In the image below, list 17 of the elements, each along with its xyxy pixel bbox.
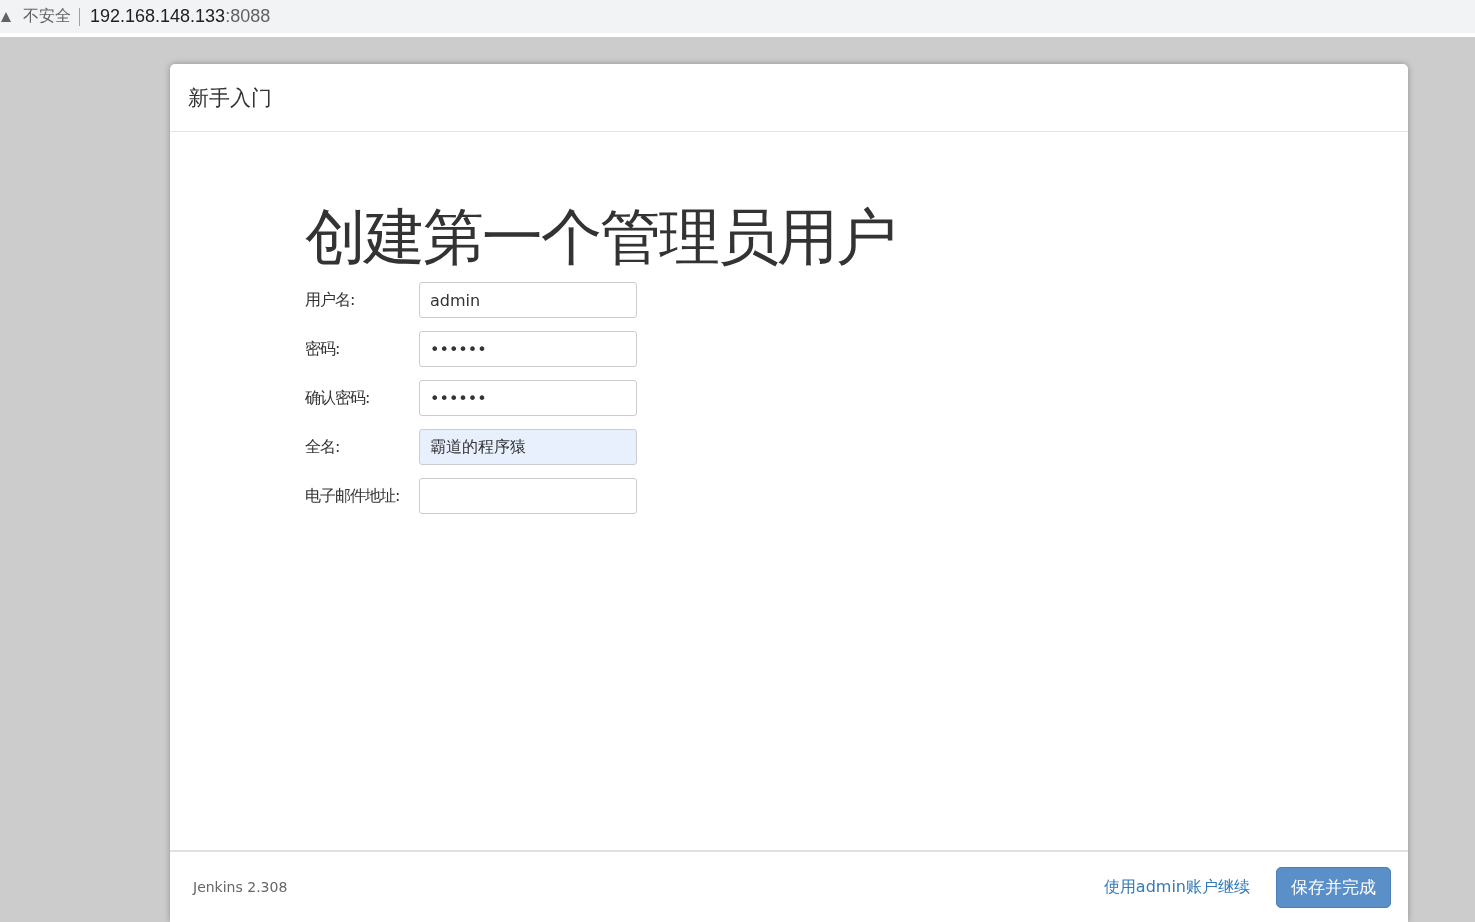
dialog-title: 新手入门 bbox=[188, 84, 272, 112]
warning-icon bbox=[1, 11, 11, 22]
field-label: 全名: bbox=[305, 436, 341, 458]
input-field[interactable]: •••••• bbox=[419, 380, 637, 416]
input-field[interactable]: admin bbox=[419, 282, 637, 318]
version-text: Jenkins 2.308 bbox=[193, 879, 288, 895]
page-heading: 创建第一个管理员用户 bbox=[305, 200, 896, 274]
field-label: 用户名: bbox=[305, 289, 356, 311]
continue-as-admin-link[interactable]: 使用admin账户继续 bbox=[1103, 876, 1250, 898]
field-label: 密码: bbox=[305, 338, 341, 360]
input-field[interactable]: 霸道的程序猿 bbox=[419, 429, 637, 465]
input-field[interactable]: •••••• bbox=[419, 331, 637, 367]
field-label: 电子邮件地址: bbox=[305, 485, 401, 507]
field-label: 确认密码: bbox=[305, 387, 371, 409]
input-field[interactable] bbox=[419, 478, 637, 514]
url-text[interactable]: 192.168.148.133:8088 bbox=[90, 6, 271, 27]
security-label[interactable]: 不安全 bbox=[23, 6, 71, 27]
